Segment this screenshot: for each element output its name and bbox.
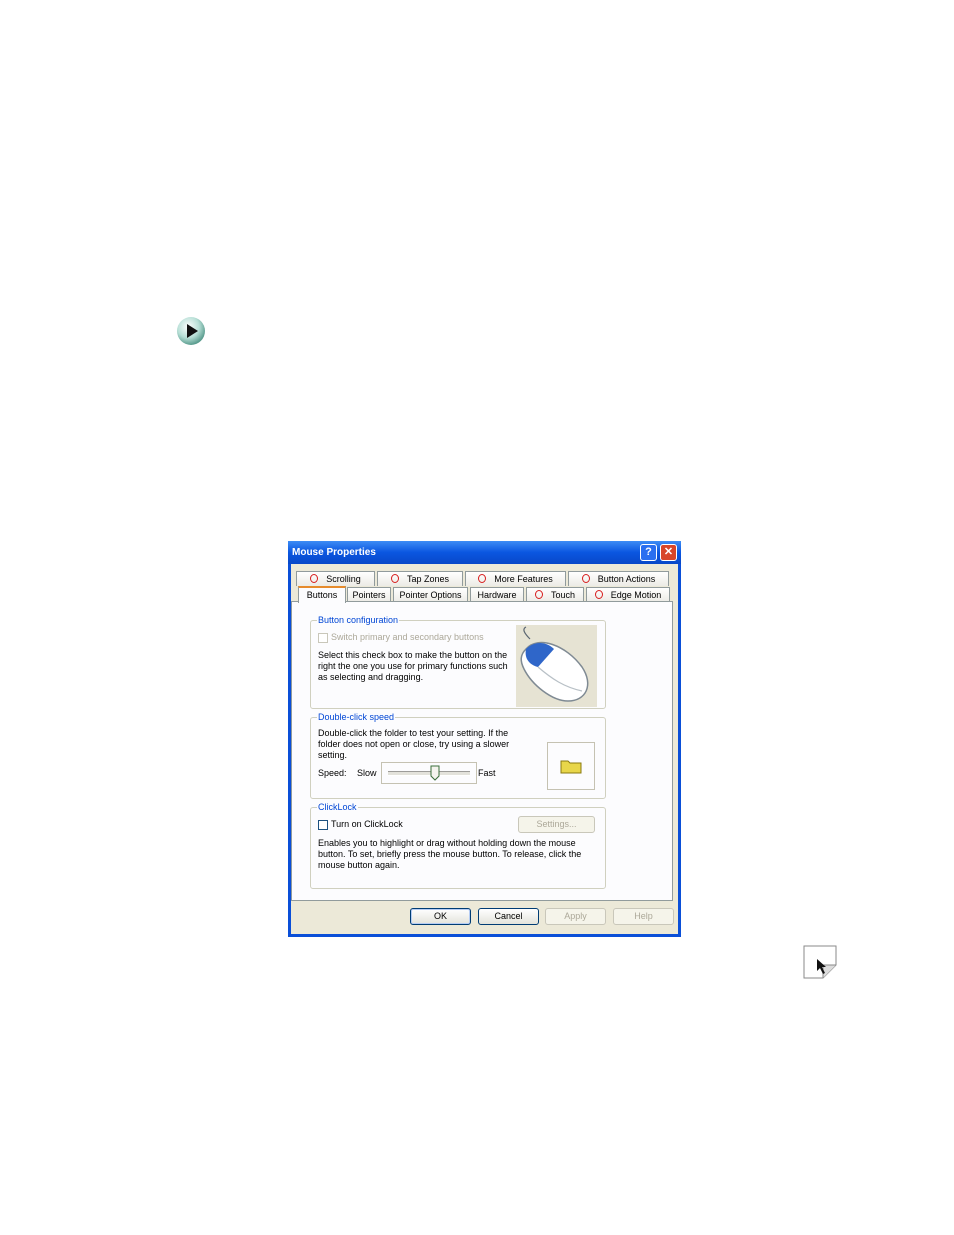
clicklock-description: Enables you to highlight or drag without…: [318, 838, 582, 870]
tab-pointers[interactable]: Pointers: [347, 587, 391, 602]
slider-thumb[interactable]: [430, 765, 440, 781]
switch-buttons-checkbox[interactable]: [318, 633, 328, 643]
synaptics-icon: [310, 574, 319, 583]
folder-icon[interactable]: [560, 758, 582, 774]
double-click-description: Double-click the folder to test your set…: [318, 728, 510, 760]
clicklock-legend: ClickLock: [317, 801, 358, 813]
dialog-client-area: Scrolling Tap Zones More Features Button…: [291, 564, 678, 934]
tab-tap-zones[interactable]: Tap Zones: [377, 571, 463, 586]
double-click-speed-group: Double-click speed Double-click the fold…: [310, 711, 606, 799]
cancel-button[interactable]: Cancel: [478, 908, 539, 925]
synaptics-icon: [581, 574, 590, 583]
settings-button[interactable]: Settings...: [518, 816, 595, 833]
clicklock-label: Turn on ClickLock: [331, 819, 403, 829]
tab-pointer-options[interactable]: Pointer Options: [393, 587, 468, 602]
tab-edge-motion[interactable]: Edge Motion: [586, 587, 670, 602]
close-x-icon[interactable]: ✕: [660, 544, 677, 561]
tab-button-actions[interactable]: Button Actions: [568, 571, 669, 586]
clicklock-checkbox[interactable]: [318, 820, 328, 830]
help-button[interactable]: Help: [613, 908, 674, 925]
tab-panel-buttons: Button configuration Switch primary and …: [291, 601, 673, 901]
mouse-properties-dialog: Mouse Properties ? ✕ Scrolling Tap Zones…: [288, 541, 681, 937]
play-arrow-bullet-icon: [177, 317, 205, 345]
window-title: Mouse Properties: [292, 547, 376, 558]
double-click-speed-legend: Double-click speed: [317, 711, 396, 723]
synaptics-icon: [534, 590, 543, 599]
button-configuration-group: Button configuration Switch primary and …: [310, 614, 606, 709]
button-configuration-description: Select this check box to make the button…: [318, 650, 508, 682]
test-folder-area[interactable]: [547, 742, 595, 790]
ok-button[interactable]: OK: [410, 908, 471, 925]
speed-label: Speed:: [318, 768, 347, 778]
synaptics-icon: [478, 574, 487, 583]
button-configuration-legend: Button configuration: [317, 614, 400, 626]
pointer-page-icon: [803, 945, 837, 979]
synaptics-icon: [594, 590, 603, 599]
clicklock-group: ClickLock Turn on ClickLock Settings... …: [310, 801, 606, 889]
speed-slider[interactable]: [381, 762, 477, 784]
tab-scrolling[interactable]: Scrolling: [296, 571, 375, 586]
slow-label: Slow: [357, 768, 377, 778]
switch-buttons-label: Switch primary and secondary buttons: [331, 632, 484, 642]
tab-more-features[interactable]: More Features: [465, 571, 566, 586]
apply-button[interactable]: Apply: [545, 908, 606, 925]
mouse-illustration-icon: [516, 625, 597, 707]
tab-buttons[interactable]: Buttons: [298, 586, 346, 603]
question-mark-icon[interactable]: ?: [640, 544, 657, 561]
synaptics-icon: [390, 574, 399, 583]
title-bar[interactable]: Mouse Properties ? ✕: [288, 541, 681, 564]
tab-touch[interactable]: Touch: [526, 587, 584, 602]
fast-label: Fast: [478, 768, 496, 778]
tab-hardware[interactable]: Hardware: [470, 587, 524, 602]
